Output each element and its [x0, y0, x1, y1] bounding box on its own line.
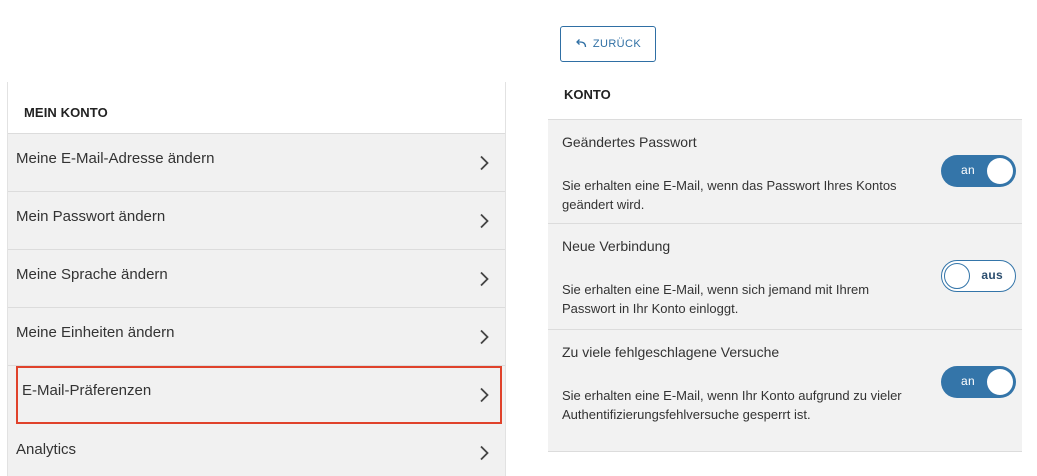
chevron-right-icon [480, 271, 489, 287]
sidebar-header: MEIN KONTO [8, 82, 505, 134]
toggle-knob [987, 158, 1013, 184]
toggle-switch[interactable]: an [941, 155, 1016, 187]
toggle-knob [944, 263, 970, 289]
preferences-list: Geändertes Passwort Sie erhalten eine E-… [548, 119, 1022, 452]
preference-description: Sie erhalten eine E-Mail, wenn Ihr Konto… [562, 388, 902, 422]
sidebar-item-change-email[interactable]: Meine E-Mail-Adresse ändern [8, 134, 505, 192]
return-arrow-icon [575, 35, 587, 53]
toggle-switch[interactable]: aus [941, 260, 1016, 292]
section-title: KONTO [564, 87, 611, 102]
sidebar-item-label: E-Mail-Präferenzen [22, 382, 152, 399]
preference-description: Sie erhalten eine E-Mail, wenn sich jema… [562, 282, 870, 316]
sidebar-item-label: Mein Passwort ändern [16, 208, 166, 225]
preference-row-new-connection: Neue Verbindung Sie erhalten eine E-Mail… [548, 224, 1022, 330]
preference-row-failed-attempts: Zu viele fehlgeschlagene Versuche Sie er… [548, 330, 1022, 452]
back-button[interactable]: ZURÜCK [560, 26, 656, 62]
email-preferences-page: ZURÜCK MEIN KONTO Meine E-Mail-Adresse ä… [0, 0, 1037, 476]
sidebar-item-change-units[interactable]: Meine Einheiten ändern [8, 308, 505, 366]
preference-row-password-changed: Geändertes Passwort Sie erhalten eine E-… [548, 120, 1022, 224]
toggle-label: an [961, 374, 975, 388]
toggle-switch[interactable]: an [941, 366, 1016, 398]
toggle-label: aus [981, 268, 1003, 282]
sidebar-item-email-preferences[interactable]: E-Mail-Präferenzen [16, 366, 502, 424]
sidebar-item-label: Meine Sprache ändern [16, 266, 168, 283]
sidebar-item-label: Meine Einheiten ändern [16, 324, 175, 341]
toggle-knob [987, 369, 1013, 395]
chevron-right-icon [480, 445, 489, 461]
sidebar-item-change-language[interactable]: Meine Sprache ändern [8, 250, 505, 308]
preference-title: Geändertes Passwort [562, 134, 697, 150]
chevron-right-icon [480, 387, 489, 403]
chevron-right-icon [480, 155, 489, 171]
sidebar-item-change-password[interactable]: Mein Passwort ändern [8, 192, 505, 250]
account-sidebar: MEIN KONTO Meine E-Mail-Adresse ändern M… [7, 82, 506, 476]
sidebar-item-analytics[interactable]: Analytics [8, 424, 505, 476]
back-button-label: ZURÜCK [592, 38, 642, 50]
chevron-right-icon [480, 213, 489, 229]
sidebar-item-label: Meine E-Mail-Adresse ändern [16, 150, 215, 167]
toggle-label: an [961, 163, 975, 177]
preference-title: Zu viele fehlgeschlagene Versuche [562, 344, 780, 360]
preference-description: Sie erhalten eine E-Mail, wenn das Passw… [562, 178, 897, 212]
preference-title: Neue Verbindung [562, 238, 671, 254]
chevron-right-icon [480, 329, 489, 345]
sidebar-item-label: Analytics [16, 440, 77, 458]
